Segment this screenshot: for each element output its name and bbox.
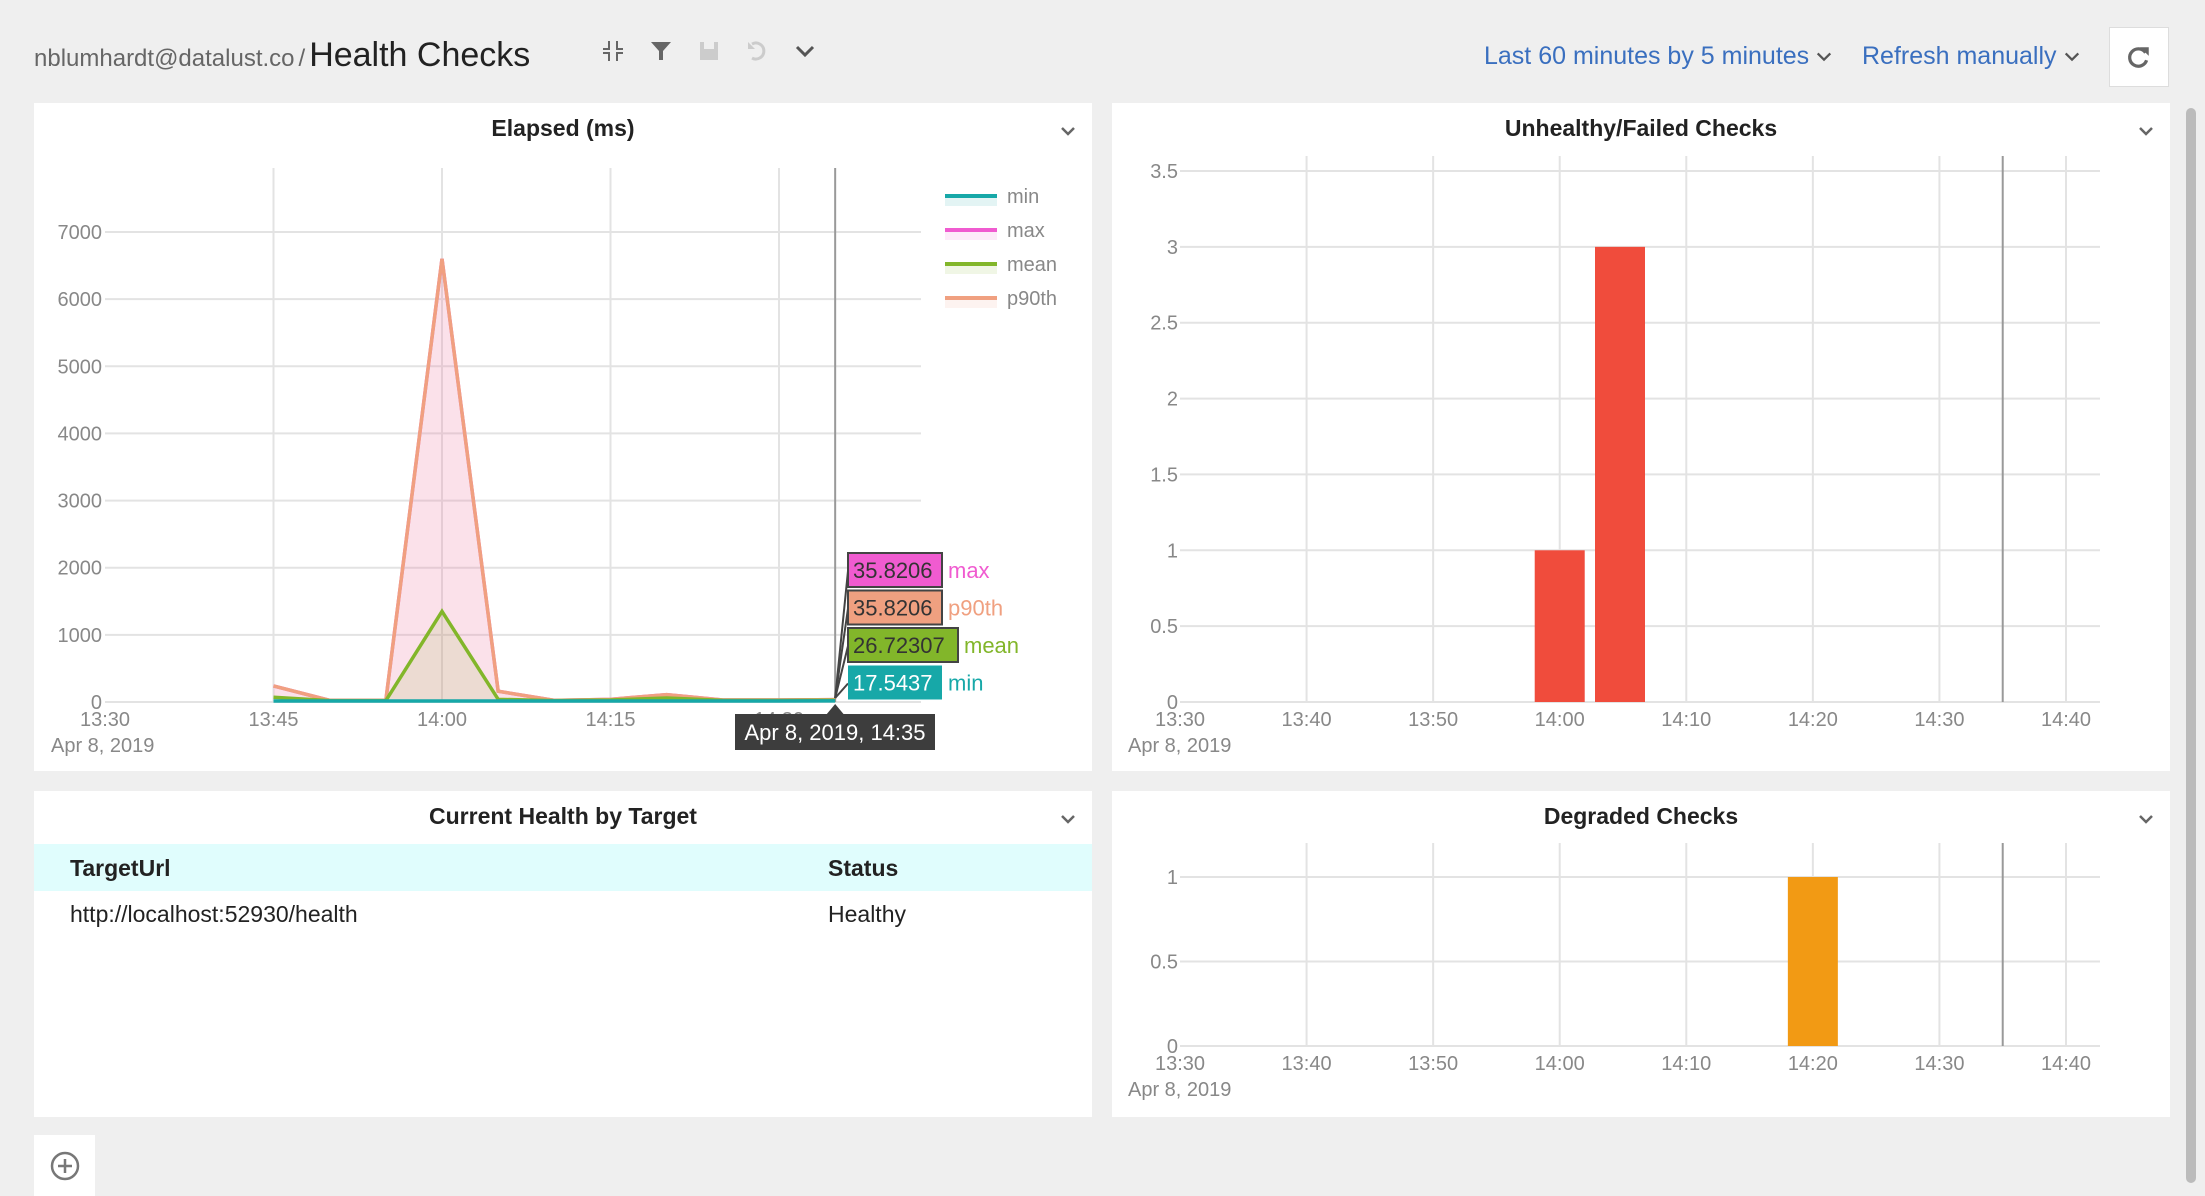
y-tick-label: 0.5: [1150, 952, 1178, 974]
x-tick-label: 13:30: [1155, 1053, 1205, 1075]
date-label: Apr 8, 2019: [1128, 1079, 1231, 1101]
y-tick-label: 0.5: [1150, 616, 1178, 638]
x-tick-label: 13:50: [1408, 1053, 1458, 1075]
bar-charts: 00.511.522.533.513:30 13:40 13:50 14:00 14:1…: [1128, 156, 2100, 1101]
y-tick-label: 1: [1167, 540, 1178, 562]
x-tick-label: 13:30: [1155, 709, 1205, 731]
x-tick-label: 13:50: [1408, 709, 1458, 731]
date-label: Apr 8, 2019: [1128, 735, 1231, 757]
y-tick-label: 2.5: [1150, 313, 1178, 335]
x-tick-label: 14:10: [1661, 1053, 1711, 1075]
bar: [1595, 246, 1645, 702]
y-tick-label: 1: [1167, 867, 1178, 889]
x-tick-label: 14:00: [1535, 709, 1585, 731]
x-tick-label: 14:30: [1914, 709, 1964, 731]
bar: [1787, 877, 1838, 1046]
x-tick-label: 13:40: [1282, 1053, 1332, 1075]
y-tick-label: 2: [1167, 389, 1178, 411]
add-panel-button[interactable]: [34, 1135, 95, 1196]
x-tick-label: 13:40: [1282, 709, 1332, 731]
scrollbar[interactable]: [2186, 108, 2196, 1183]
y-tick-label: 3: [1167, 237, 1178, 259]
x-tick-label: 14:40: [2041, 1053, 2091, 1075]
x-tick-label: 14:40: [2041, 709, 2091, 731]
x-tick-label: 14:00: [1535, 1053, 1585, 1075]
x-tick-label: 14:20: [1788, 709, 1838, 731]
y-tick-label: 1.5: [1150, 464, 1178, 486]
x-tick-label: 14:30: [1914, 1053, 1964, 1075]
y-tick-label: 3.5: [1150, 161, 1178, 183]
x-tick-label: 14:20: [1788, 1053, 1838, 1075]
plus-circle-icon: [50, 1151, 79, 1180]
x-tick-label: 14:10: [1661, 709, 1711, 731]
bar: [1534, 550, 1585, 702]
